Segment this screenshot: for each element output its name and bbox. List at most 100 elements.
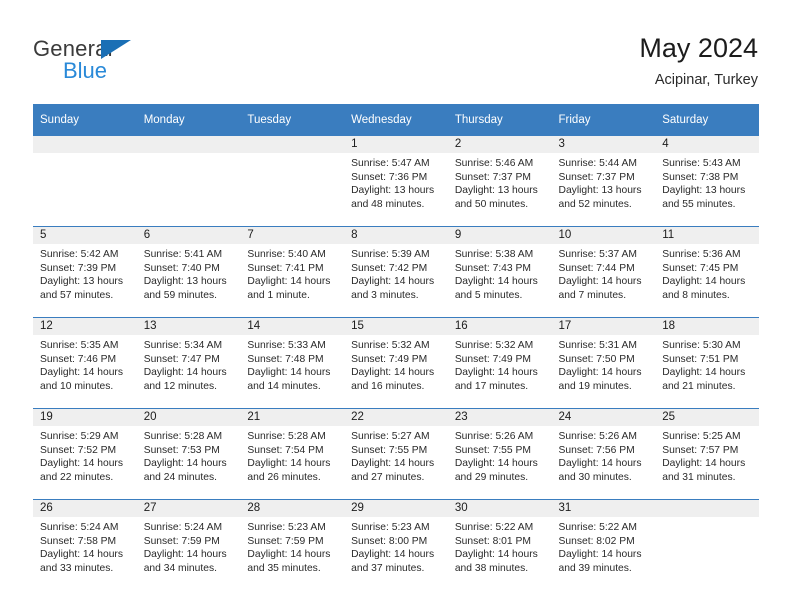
day-number: 27 bbox=[136, 500, 241, 517]
day-number: 23 bbox=[447, 409, 552, 426]
calendar-day-cell[interactable]: 29 Sunrise: 5:23 AM Sunset: 8:00 PM Dayligh… bbox=[344, 499, 448, 590]
sunset-text: Sunset: 7:47 PM bbox=[143, 353, 220, 365]
daylight-text-line2: and 57 minutes. bbox=[40, 289, 114, 301]
calendar-day-cell[interactable]: 31 Sunrise: 5:22 AM Sunset: 8:02 PM Dayligh… bbox=[551, 499, 656, 590]
sunrise-text: Sunrise: 5:27 AM bbox=[351, 431, 430, 442]
calendar-week-row: 26 Sunrise: 5:24 AM Sunset: 7:58 PM Dayligh… bbox=[33, 499, 759, 590]
calendar-day-cell[interactable]: 10 Sunrise: 5:37 AM Sunset: 7:44 PM Dayligh… bbox=[551, 226, 656, 318]
weekday-header-wednesday: Wednesday bbox=[344, 104, 448, 136]
calendar-day-cell[interactable]: 22 Sunrise: 5:27 AM Sunset: 7:55 PM Dayligh… bbox=[344, 408, 448, 500]
daylight-text-line2: and 12 minutes. bbox=[143, 380, 217, 392]
day-cell-details: Sunrise: 5:28 AM Sunset: 7:54 PM Daylight:… bbox=[240, 426, 344, 484]
day-cell-details: Sunrise: 5:24 AM Sunset: 7:58 PM Daylight:… bbox=[33, 517, 137, 575]
sunrise-text: Sunrise: 5:36 AM bbox=[662, 249, 741, 260]
sunset-text: Sunset: 7:43 PM bbox=[454, 262, 531, 274]
sunrise-text: Sunrise: 5:38 AM bbox=[454, 249, 534, 260]
sunset-text: Sunset: 7:42 PM bbox=[351, 262, 428, 274]
day-number bbox=[33, 136, 137, 153]
day-number bbox=[240, 136, 345, 153]
calendar-day-cell[interactable]: 2 Sunrise: 5:46 AM Sunset: 7:37 PM Daylight… bbox=[447, 136, 552, 227]
calendar-day-cell[interactable]: 24 Sunrise: 5:26 AM Sunset: 7:56 PM Dayligh… bbox=[551, 408, 656, 500]
daylight-text-line2: and 22 minutes. bbox=[40, 471, 114, 483]
daylight-text-line2: and 16 minutes. bbox=[351, 380, 425, 392]
calendar-day-cell[interactable]: 11 Sunrise: 5:36 AM Sunset: 7:45 PM Dayligh… bbox=[655, 226, 759, 318]
calendar-day-cell[interactable]: 25 Sunrise: 5:25 AM Sunset: 7:57 PM Dayligh… bbox=[655, 408, 759, 500]
calendar-day-cell[interactable]: 14 Sunrise: 5:33 AM Sunset: 7:48 PM Dayligh… bbox=[240, 317, 345, 409]
calendar-day-cell[interactable]: 6 Sunrise: 5:41 AM Sunset: 7:40 PM Daylight… bbox=[136, 226, 241, 318]
sunrise-text: Sunrise: 5:26 AM bbox=[454, 431, 534, 442]
day-cell-inner: 1 Sunrise: 5:47 AM Sunset: 7:36 PM Daylight… bbox=[344, 136, 448, 226]
calendar-day-cell[interactable]: 12 Sunrise: 5:35 AM Sunset: 7:46 PM Dayligh… bbox=[33, 317, 137, 409]
day-cell-details: Sunrise: 5:29 AM Sunset: 7:52 PM Daylight:… bbox=[33, 426, 137, 484]
day-number: 19 bbox=[33, 409, 137, 426]
daylight-text-line2: and 21 minutes. bbox=[662, 380, 736, 392]
day-cell-inner: 14 Sunrise: 5:33 AM Sunset: 7:48 PM Dayligh… bbox=[240, 318, 345, 408]
day-number: 7 bbox=[240, 227, 345, 244]
calendar-day-cell[interactable]: 28 Sunrise: 5:23 AM Sunset: 7:59 PM Dayligh… bbox=[240, 499, 345, 590]
daylight-text-line2: and 50 minutes. bbox=[454, 198, 529, 210]
calendar-day-cell[interactable]: 16 Sunrise: 5:32 AM Sunset: 7:49 PM Dayligh… bbox=[447, 317, 552, 409]
sunrise-text: Sunrise: 5:32 AM bbox=[454, 340, 534, 351]
day-number: 20 bbox=[136, 409, 241, 426]
calendar-day-cell[interactable]: 8 Sunrise: 5:39 AM Sunset: 7:42 PM Daylight… bbox=[344, 226, 448, 318]
day-cell-details: Sunrise: 5:44 AM Sunset: 7:37 PM Daylight:… bbox=[552, 153, 656, 211]
calendar-day-cell[interactable]: 9 Sunrise: 5:38 AM Sunset: 7:43 PM Daylight… bbox=[447, 226, 552, 318]
general-blue-logo[interactable]: General Blue bbox=[33, 36, 183, 88]
daylight-text-line1: Daylight: 14 hours bbox=[662, 276, 746, 288]
calendar-day-cell[interactable]: 18 Sunrise: 5:30 AM Sunset: 7:51 PM Dayligh… bbox=[655, 317, 759, 409]
calendar-week-row: 5 Sunrise: 5:42 AM Sunset: 7:39 PM Daylight… bbox=[33, 226, 759, 318]
sunset-text: Sunset: 7:52 PM bbox=[40, 444, 117, 456]
day-number: 10 bbox=[551, 227, 656, 244]
daylight-text-line1: Daylight: 14 hours bbox=[247, 276, 331, 288]
day-cell-details: Sunrise: 5:35 AM Sunset: 7:46 PM Daylight:… bbox=[33, 335, 137, 393]
sunset-text: Sunset: 7:46 PM bbox=[40, 353, 117, 365]
day-cell-details: Sunrise: 5:26 AM Sunset: 7:55 PM Daylight:… bbox=[448, 426, 552, 484]
title-block: May 2024 Acipinar, Turkey bbox=[639, 32, 758, 90]
day-number: 12 bbox=[33, 318, 137, 335]
sunrise-text: Sunrise: 5:25 AM bbox=[662, 431, 741, 442]
calendar-day-cell[interactable]: 1 Sunrise: 5:47 AM Sunset: 7:36 PM Daylight… bbox=[344, 136, 448, 227]
daylight-text-line1: Daylight: 14 hours bbox=[40, 458, 123, 470]
calendar-day-cell[interactable]: 4 Sunrise: 5:43 AM Sunset: 7:38 PM Daylight… bbox=[655, 136, 759, 227]
calendar-day-cell[interactable]: 19 Sunrise: 5:29 AM Sunset: 7:52 PM Dayligh… bbox=[33, 408, 137, 500]
daylight-text-line2: and 14 minutes. bbox=[247, 380, 321, 392]
calendar-day-cell[interactable]: 13 Sunrise: 5:34 AM Sunset: 7:47 PM Dayligh… bbox=[136, 317, 241, 409]
calendar-page: General Blue May 2024 Acipinar, Turkey S… bbox=[0, 0, 792, 612]
daylight-text-line2: and 27 minutes. bbox=[351, 471, 425, 483]
day-cell-inner: 13 Sunrise: 5:34 AM Sunset: 7:47 PM Dayligh… bbox=[136, 318, 241, 408]
day-number: 14 bbox=[240, 318, 345, 335]
calendar-day-cell[interactable]: 26 Sunrise: 5:24 AM Sunset: 7:58 PM Dayligh… bbox=[33, 499, 137, 590]
calendar-day-cell[interactable]: 15 Sunrise: 5:32 AM Sunset: 7:49 PM Dayligh… bbox=[344, 317, 448, 409]
day-cell-inner: 22 Sunrise: 5:27 AM Sunset: 7:55 PM Dayligh… bbox=[344, 409, 448, 499]
calendar-day-cell[interactable]: 3 Sunrise: 5:44 AM Sunset: 7:37 PM Daylight… bbox=[551, 136, 656, 227]
day-cell-details: Sunrise: 5:24 AM Sunset: 7:59 PM Daylight:… bbox=[137, 517, 241, 575]
day-cell-inner: 9 Sunrise: 5:38 AM Sunset: 7:43 PM Daylight… bbox=[447, 227, 552, 317]
sunset-text: Sunset: 7:49 PM bbox=[351, 353, 428, 365]
calendar-day-cell[interactable]: 21 Sunrise: 5:28 AM Sunset: 7:54 PM Dayligh… bbox=[240, 408, 345, 500]
day-number: 6 bbox=[136, 227, 241, 244]
day-cell-inner: 6 Sunrise: 5:41 AM Sunset: 7:40 PM Daylight… bbox=[136, 227, 241, 317]
weekday-header-tuesday: Tuesday bbox=[240, 104, 345, 136]
sunset-text: Sunset: 7:50 PM bbox=[558, 353, 635, 365]
day-cell-inner: 26 Sunrise: 5:24 AM Sunset: 7:58 PM Dayligh… bbox=[33, 500, 137, 590]
sunset-text: Sunset: 7:54 PM bbox=[247, 444, 324, 456]
calendar-day-cell[interactable]: 27 Sunrise: 5:24 AM Sunset: 7:59 PM Dayligh… bbox=[136, 499, 241, 590]
daylight-text-line2: and 59 minutes. bbox=[143, 289, 217, 301]
calendar-day-cell[interactable]: 30 Sunrise: 5:22 AM Sunset: 8:01 PM Dayligh… bbox=[447, 499, 552, 590]
calendar-day-cell[interactable]: 20 Sunrise: 5:28 AM Sunset: 7:53 PM Dayligh… bbox=[136, 408, 241, 500]
sunset-text: Sunset: 7:36 PM bbox=[351, 171, 428, 183]
daylight-text-line2: and 31 minutes. bbox=[662, 471, 736, 483]
daylight-text-line2: and 26 minutes. bbox=[247, 471, 321, 483]
sunrise-text: Sunrise: 5:43 AM bbox=[662, 158, 741, 169]
calendar-day-cell[interactable]: 7 Sunrise: 5:40 AM Sunset: 7:41 PM Daylight… bbox=[240, 226, 345, 318]
sunrise-text: Sunrise: 5:44 AM bbox=[558, 158, 637, 169]
day-number bbox=[136, 136, 241, 153]
daylight-text-line2: and 1 minute. bbox=[247, 289, 310, 301]
calendar-day-cell[interactable]: 5 Sunrise: 5:42 AM Sunset: 7:39 PM Daylight… bbox=[33, 226, 137, 318]
daylight-text-line1: Daylight: 14 hours bbox=[351, 276, 435, 288]
calendar-day-cell[interactable]: 23 Sunrise: 5:26 AM Sunset: 7:55 PM Dayligh… bbox=[447, 408, 552, 500]
daylight-text-line1: Daylight: 14 hours bbox=[247, 549, 331, 561]
day-number: 3 bbox=[551, 136, 656, 153]
calendar-header-row: Sunday Monday Tuesday Wednesday Thursday… bbox=[33, 104, 759, 136]
calendar-day-cell[interactable]: 17 Sunrise: 5:31 AM Sunset: 7:50 PM Dayligh… bbox=[551, 317, 656, 409]
